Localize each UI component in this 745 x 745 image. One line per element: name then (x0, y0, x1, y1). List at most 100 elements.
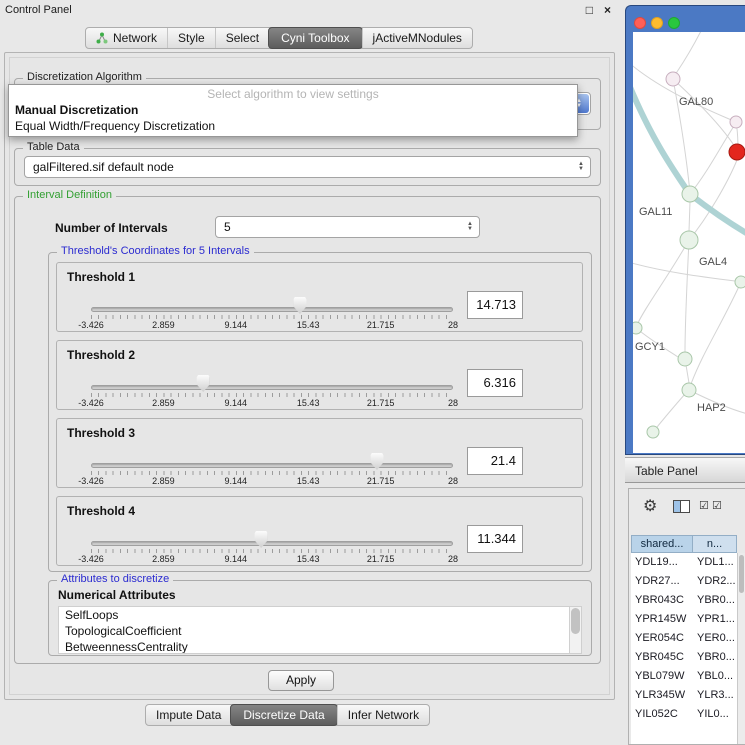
table-row[interactable]: YBL079WYBL0... (631, 667, 737, 686)
network-node[interactable] (666, 72, 680, 86)
table-body: YDL19...YDL1...YDR27...YDR2...YBR043CYBR… (631, 553, 737, 744)
numerical-attributes-label: Numerical Attributes (58, 588, 176, 602)
scrollbar-thumb[interactable] (739, 555, 744, 593)
network-edge[interactable] (653, 394, 685, 432)
slider-track[interactable] (91, 541, 453, 546)
slider-track[interactable] (91, 385, 453, 390)
threshold-2-slider[interactable]: -3.4262.8599.14415.4321.71528 (91, 341, 453, 411)
table-cell[interactable]: YLR345W (631, 686, 693, 705)
table-cell[interactable]: YDR2... (693, 572, 737, 591)
tab-select[interactable]: Select (215, 28, 269, 48)
minimize-window-icon[interactable] (651, 17, 663, 29)
number-of-intervals-combo[interactable]: 5 ▲ ▼ (215, 216, 480, 238)
table-cell[interactable]: YBR0... (693, 648, 737, 667)
attribute-item[interactable]: TopologicalCoefficient (59, 623, 581, 639)
table-cell[interactable]: YLR3... (693, 686, 737, 705)
network-edge[interactable] (691, 282, 741, 384)
slider-track[interactable] (91, 463, 453, 468)
close-window-icon[interactable] (634, 17, 646, 29)
table-cell[interactable]: YPR145W (631, 610, 693, 629)
table-cell[interactable]: YDL19... (631, 553, 693, 572)
columns-icon[interactable] (673, 500, 690, 513)
threshold-1-slider[interactable]: -3.4262.8599.14415.4321.71528 (91, 263, 453, 333)
threshold-1-value[interactable]: 14.713 (467, 291, 523, 319)
table-data-combo[interactable]: galFiltered.sif default node ▲ ▼ (24, 156, 591, 178)
close-icon[interactable]: × (604, 3, 611, 17)
float-window-icon[interactable]: □ (586, 3, 593, 17)
popup-option-manual-discretization[interactable]: Manual Discretization (9, 103, 577, 119)
threshold-3-slider[interactable]: -3.4262.8599.14415.4321.71528 (91, 419, 453, 489)
network-canvas[interactable]: GAL80 GAL11 GAL4 GCY1 HAP2 (633, 32, 745, 453)
stepper-down-icon: ▼ (467, 227, 473, 232)
zoom-window-icon[interactable] (668, 17, 680, 29)
attribute-item[interactable]: SelfLoops (59, 607, 581, 623)
network-edge[interactable] (690, 123, 736, 194)
table-cell[interactable]: YER054C (631, 629, 693, 648)
table-cell[interactable]: YDR27... (631, 572, 693, 591)
network-edge-highlighted[interactable] (691, 195, 745, 234)
table-cell[interactable]: YDL1... (693, 553, 737, 572)
network-node[interactable] (682, 186, 698, 202)
checkbox-icon[interactable]: ☑ (699, 499, 709, 512)
network-edge[interactable] (685, 240, 689, 352)
node-label: GAL4 (699, 256, 727, 268)
threshold-3-value[interactable]: 21.4 (467, 447, 523, 475)
table-cell[interactable]: YIL0... (693, 705, 737, 724)
tab-label: Infer Network (348, 708, 419, 722)
table-cell[interactable]: YBL0... (693, 667, 737, 686)
tab-discretize-data[interactable]: Discretize Data (230, 704, 337, 726)
network-edge[interactable] (673, 32, 703, 78)
checkbox-icon[interactable]: ☑ (712, 499, 722, 512)
table-cell[interactable]: YBR045C (631, 648, 693, 667)
tab-cyni-toolbox[interactable]: Cyni Toolbox (268, 27, 362, 49)
tick-label: 2.859 (152, 398, 175, 408)
network-node[interactable] (682, 383, 696, 397)
network-node[interactable] (680, 231, 698, 249)
gear-icon[interactable]: ⚙ (643, 496, 657, 516)
table-cell[interactable]: YIL052C (631, 705, 693, 724)
tab-infer-network[interactable]: Infer Network (337, 705, 429, 725)
tab-jactivemnodules[interactable]: jActiveMNodules (362, 28, 472, 48)
table-row[interactable]: YIL052CYIL0... (631, 705, 737, 724)
threshold-2-value[interactable]: 6.316 (467, 369, 523, 397)
apply-button[interactable]: Apply (268, 670, 334, 691)
network-edge[interactable] (673, 79, 737, 150)
table-cell[interactable]: YBL079W (631, 667, 693, 686)
table-row[interactable]: YLR345WYLR3... (631, 686, 737, 705)
table-row[interactable]: YDR27...YDR2... (631, 572, 737, 591)
network-edge[interactable] (689, 202, 690, 231)
tab-impute-data[interactable]: Impute Data (146, 705, 231, 725)
table-row[interactable]: YPR145WYPR1... (631, 610, 737, 629)
tab-label: Network (113, 31, 157, 45)
column-header[interactable]: shared... (631, 535, 693, 553)
column-header[interactable]: n... (693, 535, 737, 553)
network-edge[interactable] (633, 62, 736, 122)
network-node[interactable] (730, 116, 742, 128)
table-row[interactable]: YDL19...YDL1... (631, 553, 737, 572)
network-node-selected[interactable] (729, 144, 745, 160)
table-scrollbar[interactable] (737, 553, 745, 744)
scrollbar-thumb[interactable] (571, 608, 580, 634)
table-cell[interactable]: YPR1... (693, 610, 737, 629)
tab-style[interactable]: Style (167, 28, 215, 48)
table-row[interactable]: YBR045CYBR0... (631, 648, 737, 667)
threshold-4-value[interactable]: 11.344 (467, 525, 523, 553)
tab-network[interactable]: Network (86, 28, 167, 48)
popup-option-equal-width-frequency[interactable]: Equal Width/Frequency Discretization (9, 119, 577, 135)
table-row[interactable]: YER054CYER0... (631, 629, 737, 648)
table-cell[interactable]: YBR0... (693, 591, 737, 610)
attribute-item[interactable]: BetweennessCentrality (59, 639, 581, 654)
slider-track[interactable] (91, 307, 453, 312)
network-node[interactable] (735, 276, 745, 288)
combo-stepper[interactable]: ▲ ▼ (467, 222, 473, 232)
threshold-4-slider[interactable]: -3.4262.8599.14415.4321.71528 (91, 497, 453, 567)
network-node[interactable] (633, 322, 642, 334)
network-node[interactable] (647, 426, 659, 438)
combo-stepper[interactable]: ▲ ▼ (578, 162, 584, 172)
network-edge[interactable] (637, 240, 689, 325)
table-cell[interactable]: YBR043C (631, 591, 693, 610)
table-row[interactable]: YBR043CYBR0... (631, 591, 737, 610)
list-scrollbar[interactable] (569, 607, 581, 653)
table-cell[interactable]: YER0... (693, 629, 737, 648)
network-node[interactable] (678, 352, 692, 366)
